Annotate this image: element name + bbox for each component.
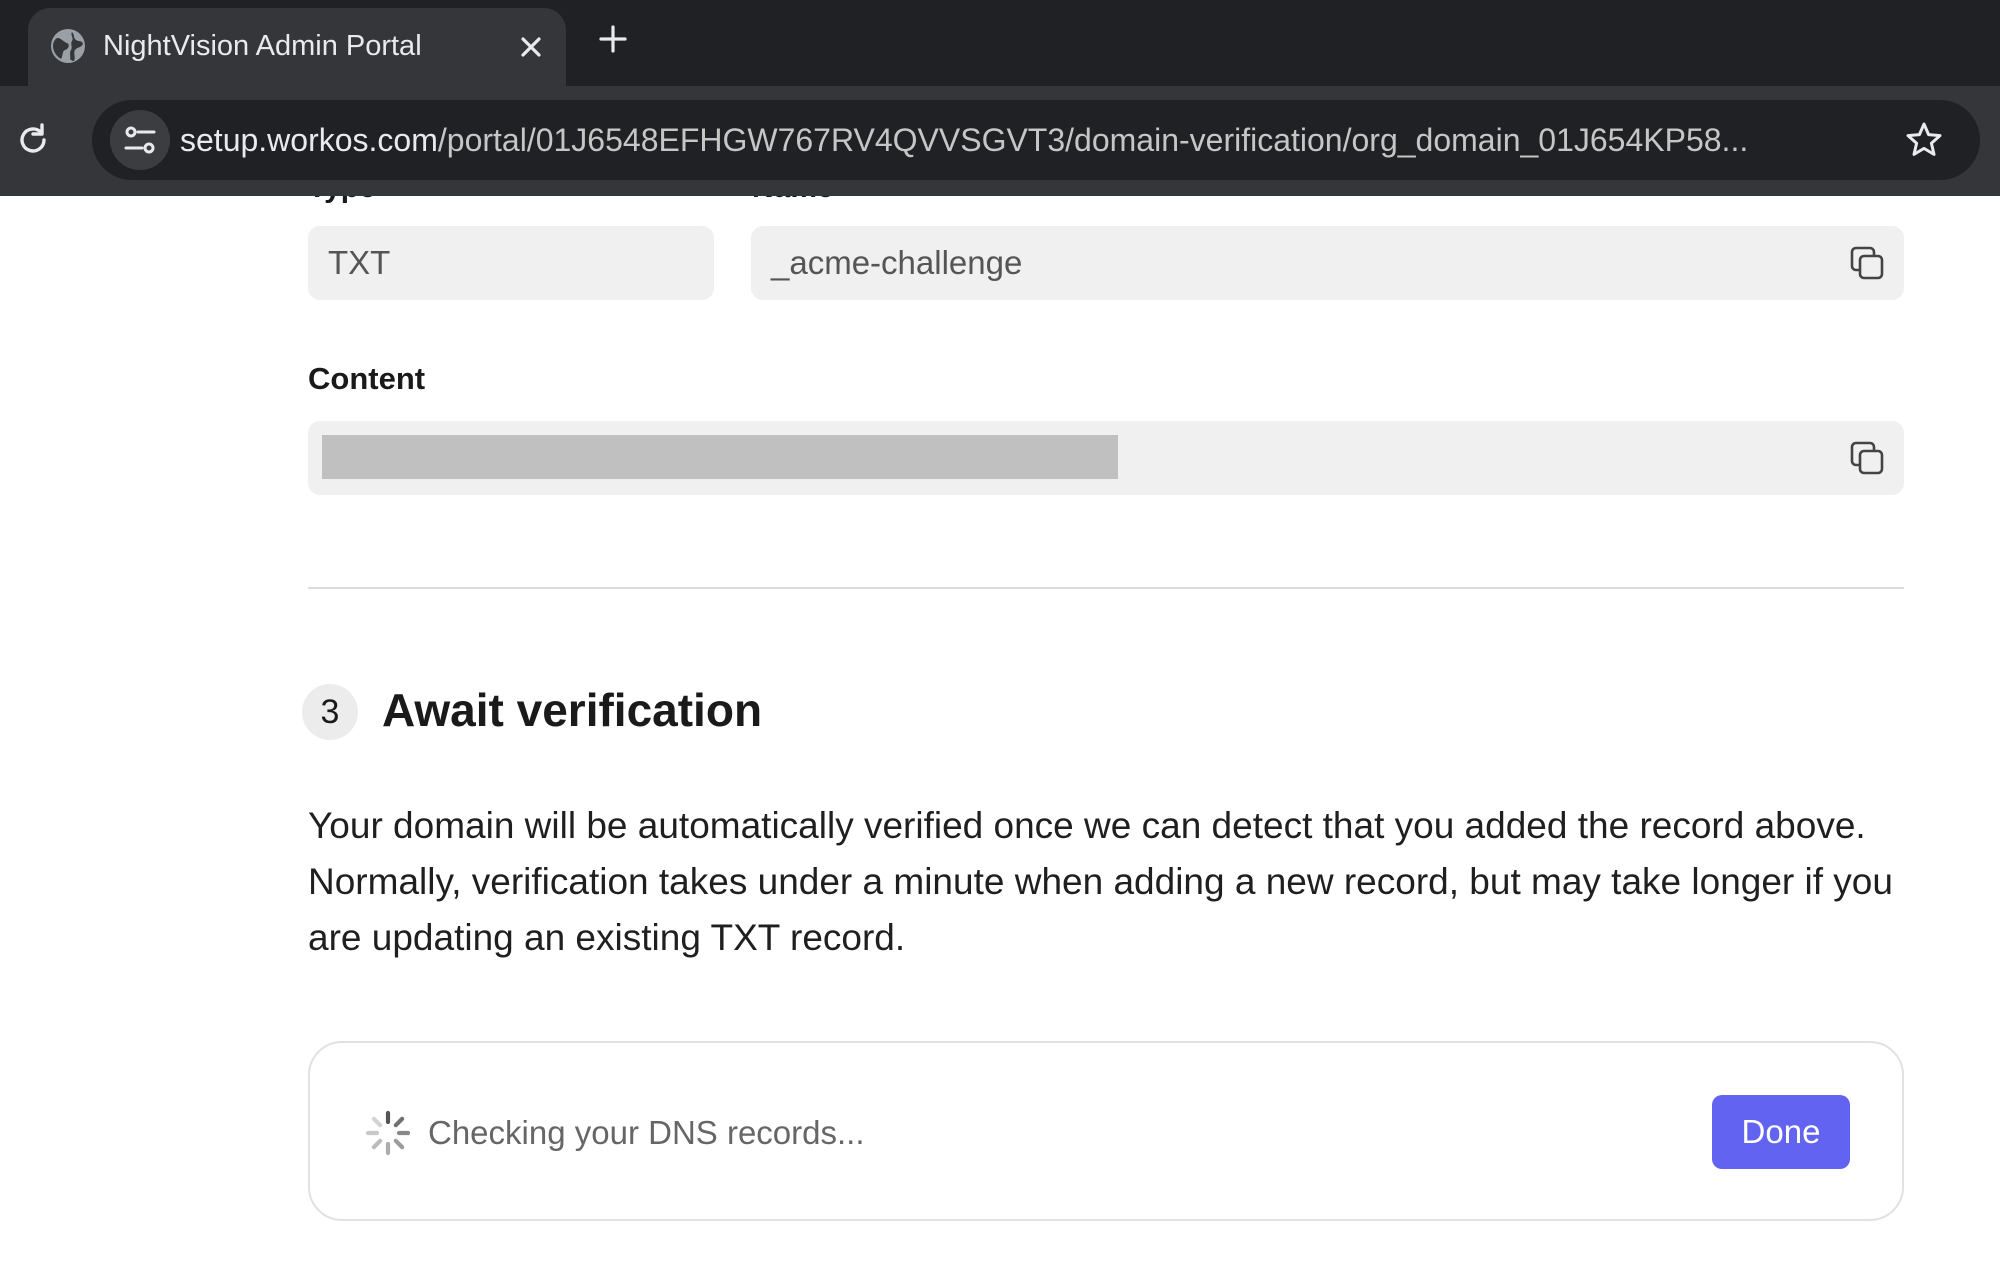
step-description: Your domain will be automatically verifi…	[308, 805, 1893, 958]
record-content-field[interactable]	[308, 421, 1904, 495]
browser-toolbar: setup.workos.com/portal/01J6548EFHGW767R…	[0, 86, 2000, 196]
status-text: Checking your DNS records...	[428, 1114, 865, 1151]
record-type-value: TXT	[328, 244, 391, 281]
copy-icon[interactable]	[1848, 244, 1886, 282]
record-name-field[interactable]: _acme-challenge	[751, 226, 1904, 300]
url-path: /portal/01J6548EFHGW767RV4QVVSGVT3/domai…	[437, 122, 1749, 158]
url-text[interactable]: setup.workos.com/portal/01J6548EFHGW767R…	[180, 116, 1748, 164]
reload-icon[interactable]	[14, 121, 52, 159]
page-content: Type Name TXT _acme-challenge Content 3 …	[0, 196, 2000, 1264]
bookmark-star-icon[interactable]	[1904, 120, 1944, 160]
done-button[interactable]: Done	[1712, 1095, 1850, 1169]
type-label-cut: Type	[308, 196, 376, 206]
browser-tab[interactable]: NightVision Admin Portal	[28, 8, 566, 88]
url-host: setup.workos.com	[180, 122, 438, 158]
address-bar[interactable]: setup.workos.com/portal/01J6548EFHGW767R…	[92, 100, 1980, 180]
section-divider	[308, 587, 1904, 589]
tab-title: NightVision Admin Portal	[103, 30, 422, 62]
dns-check-status-panel: Checking your DNS records... Done	[308, 1041, 1904, 1221]
loading-spinner-icon	[365, 1110, 411, 1156]
new-tab-icon[interactable]	[596, 22, 630, 56]
copy-icon[interactable]	[1848, 439, 1886, 477]
redacted-content	[322, 435, 1118, 479]
close-icon[interactable]	[514, 30, 548, 64]
content-label: Content	[308, 361, 426, 396]
name-label-cut: Name	[752, 196, 834, 206]
step-number-badge: 3	[302, 684, 358, 740]
record-type-field[interactable]: TXT	[308, 226, 714, 300]
record-name-value: _acme-challenge	[771, 244, 1023, 281]
site-info-button[interactable]	[110, 110, 170, 170]
step-title: Await verification	[382, 684, 763, 736]
tune-icon	[124, 126, 156, 154]
tab-strip: NightVision Admin Portal	[0, 0, 2000, 88]
globe-icon	[51, 29, 85, 63]
